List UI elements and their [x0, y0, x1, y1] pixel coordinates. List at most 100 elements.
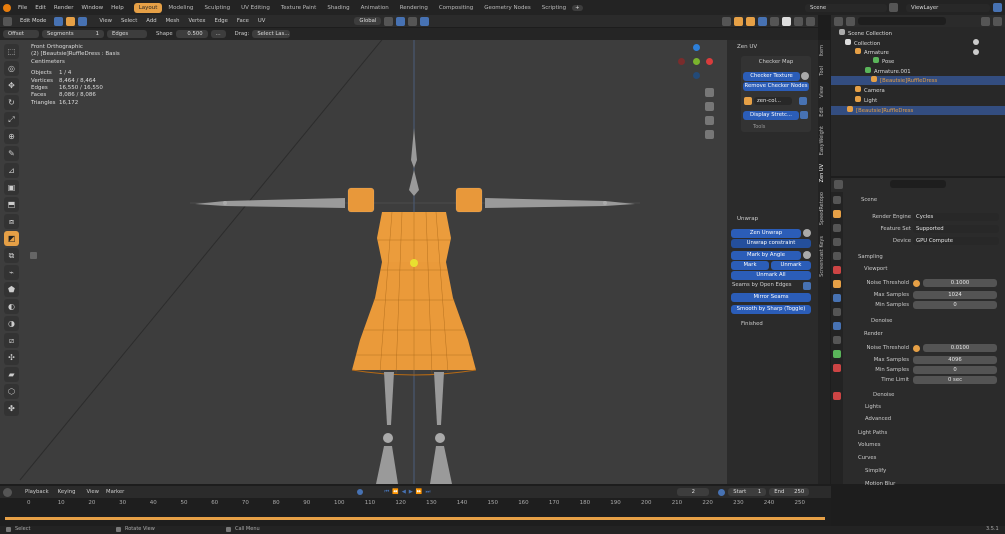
- wireframe-shading-icon[interactable]: [770, 16, 779, 26]
- camera-view-icon[interactable]: [705, 116, 714, 125]
- modifier-tab-icon[interactable]: [833, 294, 841, 302]
- menu-select[interactable]: Select: [121, 18, 137, 24]
- r-time-field[interactable]: 0 sec: [913, 376, 997, 384]
- denoise-subpanel[interactable]: Denoise: [873, 392, 894, 398]
- mirror-seams-button[interactable]: Mirror Seams: [731, 293, 811, 302]
- bevel-tool-icon[interactable]: ◩: [4, 231, 19, 246]
- playback-menu[interactable]: Playback: [25, 489, 49, 495]
- menu-help[interactable]: Help: [107, 5, 128, 11]
- view-layer-selector[interactable]: ViewLayer: [906, 3, 990, 12]
- tool-tab-icon[interactable]: [833, 196, 841, 204]
- scale-tool-icon[interactable]: ⤢: [4, 112, 19, 127]
- particles-tab-icon[interactable]: [833, 308, 841, 316]
- tab-animation[interactable]: Animation: [356, 3, 394, 13]
- render-noise-checkbox[interactable]: [913, 345, 920, 352]
- mark-button[interactable]: Mark: [731, 261, 769, 270]
- properties-editor-icon[interactable]: [834, 179, 843, 189]
- tab-rendering[interactable]: Rendering: [395, 3, 433, 13]
- menu-view[interactable]: View: [99, 18, 112, 24]
- data-tab-icon[interactable]: [833, 350, 841, 358]
- pan-hand-icon[interactable]: [705, 102, 714, 111]
- new-scene-icon[interactable]: [889, 3, 898, 12]
- vp-min-field[interactable]: 0: [913, 301, 997, 309]
- outliner-row[interactable]: Light: [855, 96, 877, 105]
- pivot-icon[interactable]: [384, 16, 394, 26]
- add-cube-tool-icon[interactable]: ▣: [4, 180, 19, 195]
- next-key-icon[interactable]: ⏩: [416, 489, 423, 495]
- knife-tool-icon[interactable]: ⌁: [4, 265, 19, 280]
- zen-col-field[interactable]: zen-col...: [754, 97, 792, 105]
- finished-subpanel[interactable]: Finished: [741, 321, 763, 327]
- vertex-select-icon[interactable]: [54, 16, 64, 26]
- extrude-tool-icon[interactable]: ⬒: [4, 197, 19, 212]
- tab-sculpting[interactable]: Sculpting: [199, 3, 235, 13]
- outliner-scene-collection[interactable]: Scene Collection: [839, 29, 892, 38]
- texture-tab-icon[interactable]: [833, 392, 841, 400]
- tab-screencast-keys[interactable]: Screencast Keys: [819, 236, 829, 277]
- outliner-row[interactable]: [Beautsie]RuffleDress: [831, 106, 1005, 115]
- tab-uv-editing[interactable]: UV Editing: [236, 3, 275, 13]
- mark-settings-icon[interactable]: [803, 251, 811, 259]
- cursor-tool-icon[interactable]: ◎: [4, 61, 19, 76]
- vp-max-field[interactable]: 1024: [913, 291, 997, 299]
- edge-slide-tool-icon[interactable]: ⧄: [4, 333, 19, 348]
- new-view-layer-icon[interactable]: [993, 3, 1002, 12]
- remove-checker-nodes-button[interactable]: Remove Checker Nodes: [743, 82, 809, 91]
- eye-icon[interactable]: [973, 39, 979, 45]
- display-stretch-button[interactable]: Display Stretc...: [743, 111, 799, 120]
- menu-vertex[interactable]: Vertex: [189, 18, 206, 24]
- vp-noise-field[interactable]: 0.1000: [923, 279, 997, 287]
- timeline-view-menu[interactable]: View: [86, 489, 99, 495]
- outliner-row[interactable]: Armature: [855, 48, 889, 57]
- menu-file[interactable]: File: [14, 5, 31, 11]
- annotate-tool-icon[interactable]: ✎: [4, 146, 19, 161]
- mode-selector[interactable]: Edit Mode: [15, 17, 52, 25]
- add-workspace-button[interactable]: +: [572, 4, 583, 11]
- menu-window[interactable]: Window: [77, 5, 107, 11]
- select-tool-icon[interactable]: ⬚: [4, 44, 19, 59]
- start-frame-field[interactable]: Start 1: [728, 488, 767, 496]
- rotate-tool-icon[interactable]: ↻: [4, 95, 19, 110]
- zen-unwrap-button[interactable]: Zen Unwrap: [731, 229, 801, 238]
- unwrap-header[interactable]: Unwrap: [737, 216, 758, 222]
- scene-selector[interactable]: Scene: [805, 3, 887, 12]
- overlay-icon[interactable]: [746, 16, 755, 26]
- segments-field[interactable]: Segments 1: [42, 30, 104, 38]
- play-icon[interactable]: ▶: [409, 489, 413, 495]
- outliner-editor-icon[interactable]: [834, 16, 843, 26]
- material-tab-icon[interactable]: [833, 364, 841, 372]
- editor-type-icon[interactable]: [3, 16, 12, 26]
- inset-tool-icon[interactable]: ⧈: [4, 214, 19, 229]
- loop-cut-tool-icon[interactable]: ⧉: [4, 248, 19, 263]
- world-tab-icon[interactable]: [833, 266, 841, 274]
- snap-icon[interactable]: [396, 16, 406, 26]
- constraints-tab-icon[interactable]: [833, 336, 841, 344]
- record-icon[interactable]: [357, 489, 364, 495]
- outliner-search-input[interactable]: [858, 17, 946, 25]
- smooth-by-sharp-button[interactable]: Smooth by Sharp (Toggle): [731, 305, 811, 314]
- poly-build-tool-icon[interactable]: ⬟: [4, 282, 19, 297]
- xray-icon[interactable]: [758, 16, 767, 26]
- measure-tool-icon[interactable]: ⊿: [4, 163, 19, 178]
- feature-set-selector[interactable]: Supported: [913, 225, 999, 233]
- outliner-row[interactable]: Camera: [855, 86, 885, 95]
- more-options-button[interactable]: ...: [210, 30, 226, 38]
- tab-scripting[interactable]: Scripting: [537, 3, 571, 13]
- affect-selector[interactable]: Edges: [107, 30, 147, 38]
- shape-field[interactable]: 0.500: [175, 30, 208, 38]
- menu-mesh[interactable]: Mesh: [166, 18, 180, 24]
- filter-icon[interactable]: [799, 97, 807, 105]
- menu-uv[interactable]: UV: [258, 18, 266, 24]
- r-noise-field[interactable]: 0.0100: [923, 344, 997, 352]
- unmark-button[interactable]: Unmark: [771, 261, 811, 270]
- axis-x-icon[interactable]: [706, 58, 713, 65]
- new-collection-icon[interactable]: [993, 16, 1002, 26]
- zen-uv-header[interactable]: Zen UV: [737, 44, 757, 50]
- curves-panel[interactable]: Curves: [858, 455, 876, 461]
- object-tab-icon[interactable]: [833, 280, 841, 288]
- advanced-subpanel[interactable]: Advanced: [865, 416, 891, 422]
- unwrap-settings-icon[interactable]: [803, 229, 811, 237]
- end-frame-field[interactable]: End 250: [769, 488, 810, 496]
- axis-y-icon[interactable]: [693, 58, 700, 65]
- tab-tool[interactable]: Tool: [819, 66, 829, 76]
